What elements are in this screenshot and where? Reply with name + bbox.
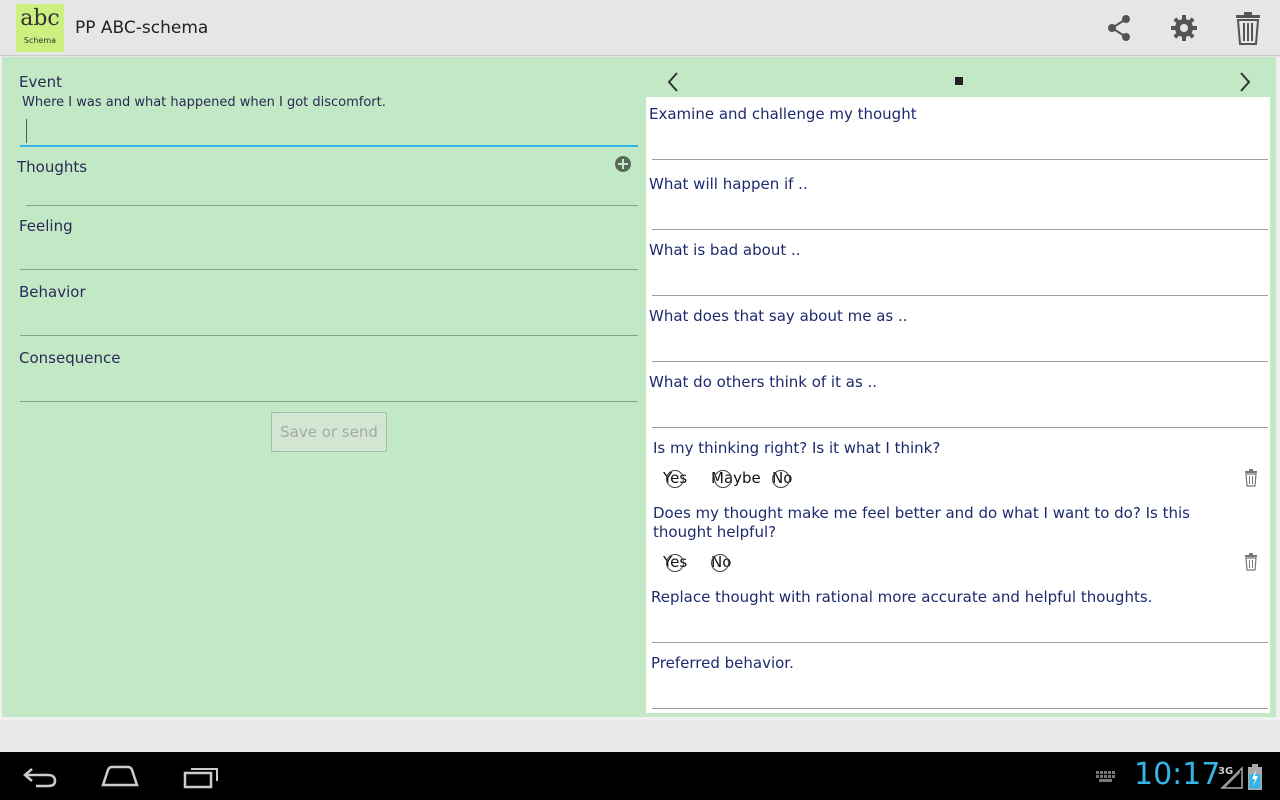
what-will-happen-underline <box>652 229 1268 230</box>
behavior-label: Behavior <box>19 283 86 301</box>
thoughts-underline <box>26 205 638 206</box>
right-pane-bottom-border <box>646 713 1276 717</box>
say-about-me-label: What does that say about me as .. <box>649 307 908 325</box>
trash-icon[interactable] <box>1232 11 1264 45</box>
what-is-bad-label: What is bad about .. <box>649 241 801 259</box>
radio-circle <box>666 554 684 572</box>
share-icon[interactable] <box>1104 12 1136 44</box>
page-indicator <box>955 77 963 85</box>
system-navigation-bar: 10:17 3G <box>0 752 1280 800</box>
thinking-right-label: Is my thinking right? Is it what I think… <box>653 439 941 457</box>
text-caret <box>26 119 27 143</box>
what-will-happen-input[interactable] <box>652 198 1268 230</box>
radio-circle <box>711 554 729 572</box>
replace-thought-underline <box>652 642 1268 643</box>
preferred-behavior-underline <box>652 708 1268 709</box>
thought-helpful-no-radio[interactable]: No <box>711 553 731 572</box>
replace-thought-input[interactable] <box>652 611 1268 643</box>
thinking-right-maybe-radio[interactable]: Maybe <box>711 469 761 488</box>
thoughts-label: Thoughts <box>17 158 88 176</box>
home-icon[interactable] <box>100 764 140 788</box>
replace-thought-label: Replace thought with rational more accur… <box>651 588 1153 606</box>
challenge-heading: Examine and challenge my thought <box>649 105 917 123</box>
say-about-me-underline <box>652 361 1268 362</box>
feeling-label: Feeling <box>19 217 73 235</box>
logo-subtext: Schema <box>23 36 57 45</box>
signal-icon <box>1220 766 1243 789</box>
clear-answer-icon[interactable] <box>1243 553 1259 571</box>
thinking-right-no-radio[interactable]: No <box>772 469 792 488</box>
others-think-label: What do others think of it as .. <box>649 373 878 391</box>
radio-circle <box>714 470 732 488</box>
gear-icon[interactable] <box>1168 12 1200 44</box>
recent-apps-icon[interactable] <box>182 765 220 789</box>
say-about-me-input[interactable] <box>652 330 1268 362</box>
event-underline <box>20 145 638 147</box>
consequence-input[interactable] <box>20 375 638 403</box>
abc-form-pane: Event Where I was and what happened when… <box>2 57 646 717</box>
feeling-underline <box>20 269 638 270</box>
behavior-underline <box>20 335 638 336</box>
what-is-bad-underline <box>652 295 1268 296</box>
consequence-label: Consequence <box>19 349 121 367</box>
what-is-bad-input[interactable] <box>652 264 1268 296</box>
what-will-happen-label: What will happen if .. <box>649 175 808 193</box>
chevron-right-icon[interactable] <box>1238 71 1252 93</box>
app-logo[interactable]: abc Schema <box>16 4 64 52</box>
logo-text: abc <box>20 6 60 31</box>
add-thought-icon[interactable] <box>614 155 632 173</box>
pager-bar <box>646 57 1276 97</box>
thinking-right-yes-radio[interactable]: Yes <box>663 469 687 488</box>
clear-answer-icon[interactable] <box>1243 469 1259 487</box>
others-think-underline <box>652 427 1268 428</box>
keyboard-icon[interactable] <box>1096 771 1116 783</box>
thought-helpful-label: Does my thought make me feel better and … <box>653 504 1190 541</box>
challenge-underline <box>652 159 1268 160</box>
consequence-underline <box>20 401 638 402</box>
behavior-input[interactable] <box>20 309 638 337</box>
others-think-input[interactable] <box>652 396 1268 428</box>
thought-helpful-yes-radio[interactable]: Yes <box>663 553 687 572</box>
chevron-left-icon[interactable] <box>666 71 680 93</box>
radio-circle <box>666 470 684 488</box>
event-label: Event <box>19 73 62 91</box>
radio-circle <box>772 470 790 488</box>
event-hint: Where I was and what happened when I got… <box>22 95 386 110</box>
save-or-send-button[interactable]: Save or send <box>271 412 387 452</box>
action-bar: abc Schema PP ABC-schema <box>0 0 1280 56</box>
thoughts-input[interactable] <box>26 181 638 207</box>
app-title: PP ABC-schema <box>75 18 209 38</box>
back-icon[interactable] <box>22 766 58 788</box>
status-clock: 10:17 <box>1134 757 1221 792</box>
preferred-behavior-label: Preferred behavior. <box>651 654 794 672</box>
feeling-input[interactable] <box>20 243 638 271</box>
event-input[interactable] <box>20 115 638 149</box>
right-pane-border <box>1270 97 1276 717</box>
battery-charging-icon <box>1248 764 1262 790</box>
preferred-behavior-input[interactable] <box>652 677 1268 709</box>
challenge-input[interactable] <box>652 128 1268 160</box>
